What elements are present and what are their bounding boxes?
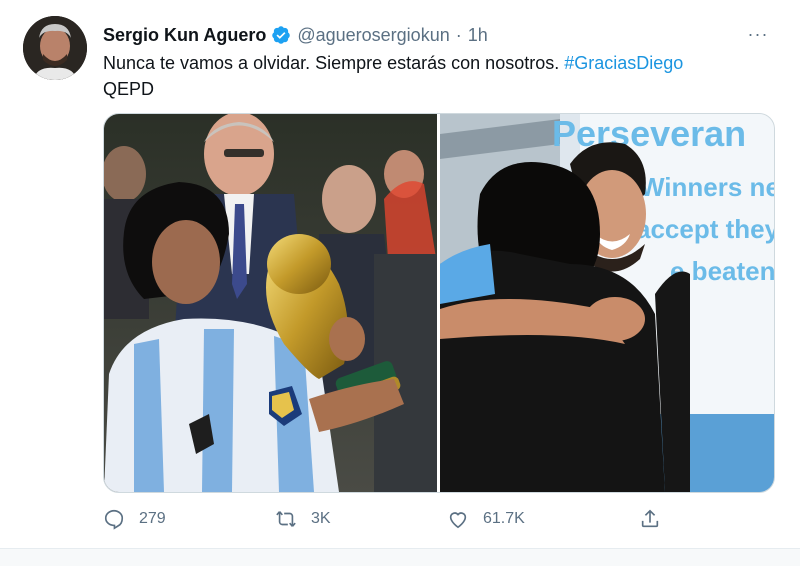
reply-icon	[104, 509, 124, 530]
avatar[interactable]	[23, 16, 87, 80]
retweet-icon	[276, 511, 296, 527]
photo-hug[interactable]: Perseveran Winners ne accept they e beat…	[440, 114, 774, 492]
photo-maradona-trophy[interactable]	[104, 114, 437, 492]
retweet-button[interactable]: 3K	[275, 505, 331, 533]
share-icon	[641, 509, 659, 528]
like-button[interactable]: 61.7K	[447, 505, 525, 533]
retweet-count: 3K	[311, 510, 331, 527]
more-options-icon[interactable]: ···	[746, 24, 770, 44]
feed-separator	[0, 548, 800, 566]
banner-line-2: Winners ne	[640, 172, 774, 202]
timestamp[interactable]: 1h	[468, 25, 488, 46]
action-bar: 279 3K 61.7K	[103, 505, 683, 533]
banner-line-1: Perseveran	[552, 114, 746, 154]
separator-dot: ·	[455, 24, 462, 45]
tweet[interactable]: Sergio Kun Aguero @aguerosergiokun · 1h …	[0, 0, 800, 548]
tweet-header: Sergio Kun Aguero @aguerosergiokun · 1h	[103, 23, 488, 47]
media-grid: Perseveran Winners ne accept they e beat…	[103, 113, 775, 493]
heart-icon	[449, 512, 467, 529]
verified-badge-icon	[271, 25, 291, 45]
tweet-text-line2: QEPD	[103, 79, 155, 99]
tweet-text-body: Nunca te vamos a olvidar. Siempre estará…	[103, 53, 560, 73]
author-name[interactable]: Sergio Kun Aguero	[103, 25, 266, 46]
hashtag-link[interactable]: #GraciasDiego	[564, 53, 683, 73]
tweet-text: Nunca te vamos a olvidar. Siempre estará…	[103, 50, 763, 102]
like-count: 61.7K	[483, 510, 525, 527]
author-handle[interactable]: @aguerosergiokun	[297, 25, 449, 46]
share-button[interactable]	[639, 505, 675, 533]
reply-button[interactable]: 279	[103, 505, 166, 533]
banner-line-3: accept they	[636, 214, 774, 244]
reply-count: 279	[139, 510, 166, 527]
